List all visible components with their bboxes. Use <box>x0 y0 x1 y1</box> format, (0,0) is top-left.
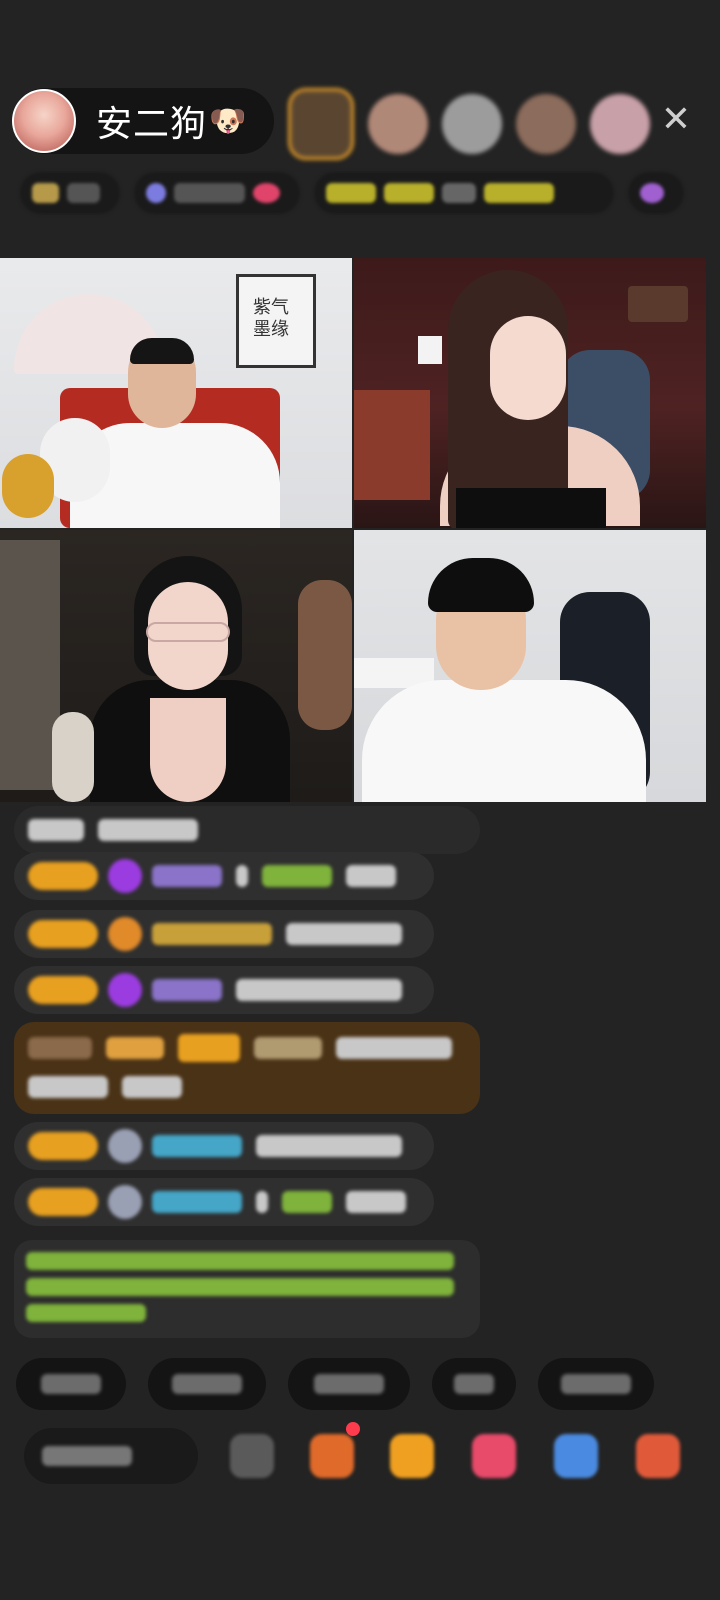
viewer-avatar[interactable] <box>590 94 650 154</box>
notification-dot <box>346 1422 360 1436</box>
chat-input[interactable] <box>24 1428 198 1484</box>
bottom-toolbar <box>0 1422 720 1488</box>
popularity-tag[interactable] <box>134 172 300 214</box>
viewer-avatar[interactable] <box>516 94 576 154</box>
quick-reply-button[interactable] <box>148 1358 266 1410</box>
guest-neck <box>150 698 226 802</box>
guest-face <box>490 316 566 420</box>
multi-guest-video-grid: 紫气墨缘 <box>0 258 720 802</box>
game-icon[interactable] <box>554 1434 598 1478</box>
guest-body <box>362 680 646 802</box>
chat-message <box>14 852 434 900</box>
video-tile-guest-2[interactable] <box>354 258 706 528</box>
viewer-avatar[interactable] <box>442 94 502 154</box>
host-name: 安二狗 <box>96 104 208 145</box>
chat-message <box>14 966 434 1014</box>
calligraphy-frame: 紫气墨缘 <box>236 274 316 368</box>
quick-reply-row[interactable] <box>16 1358 720 1414</box>
chat-message <box>14 806 480 854</box>
gift-icon[interactable] <box>636 1434 680 1478</box>
viewer-avatar[interactable] <box>368 94 428 154</box>
emoji-icon[interactable] <box>230 1434 274 1478</box>
rank-tag[interactable] <box>20 172 120 214</box>
room-tags-row[interactable] <box>20 170 686 216</box>
fan-club-icon[interactable] <box>472 1434 516 1478</box>
host-avatar[interactable] <box>12 89 76 153</box>
video-tile-guest-3[interactable] <box>0 530 352 802</box>
video-tile-guest-4[interactable] <box>354 530 706 802</box>
guest-dress <box>456 488 606 528</box>
top-viewers-list[interactable] <box>288 88 664 160</box>
treasure-icon[interactable] <box>390 1434 434 1478</box>
quick-reply-button[interactable] <box>288 1358 410 1410</box>
cabinet <box>354 390 430 500</box>
quick-reply-button[interactable] <box>538 1358 654 1410</box>
quick-reply-button[interactable] <box>432 1358 516 1410</box>
chat-message <box>14 910 434 958</box>
chat-message <box>14 1122 434 1170</box>
quick-reply-button[interactable] <box>16 1358 126 1410</box>
video-tile-guest-1[interactable]: 紫气墨缘 <box>0 258 352 528</box>
system-notice-message <box>14 1240 480 1338</box>
activity-tag[interactable] <box>314 172 614 214</box>
chat-message <box>14 1178 434 1226</box>
plush-toy <box>298 580 352 730</box>
dog-emoji-icon: 🐶 <box>209 103 247 139</box>
christmas-tree <box>0 540 60 790</box>
lamp <box>418 336 442 364</box>
chat-gift-message <box>14 1022 480 1114</box>
glasses <box>146 622 230 642</box>
guest-hair <box>428 558 534 612</box>
badge-tag[interactable] <box>628 172 684 214</box>
microphone <box>52 712 94 802</box>
close-icon[interactable]: ✕ <box>656 100 696 140</box>
lucky-cat <box>2 454 54 518</box>
floor-lamp <box>628 286 688 322</box>
guest-hair <box>130 338 194 364</box>
host-info-pill[interactable]: 安二狗 🐶 <box>12 88 274 154</box>
gift-box-icon[interactable] <box>310 1434 354 1478</box>
viewer-avatar[interactable] <box>288 88 354 160</box>
